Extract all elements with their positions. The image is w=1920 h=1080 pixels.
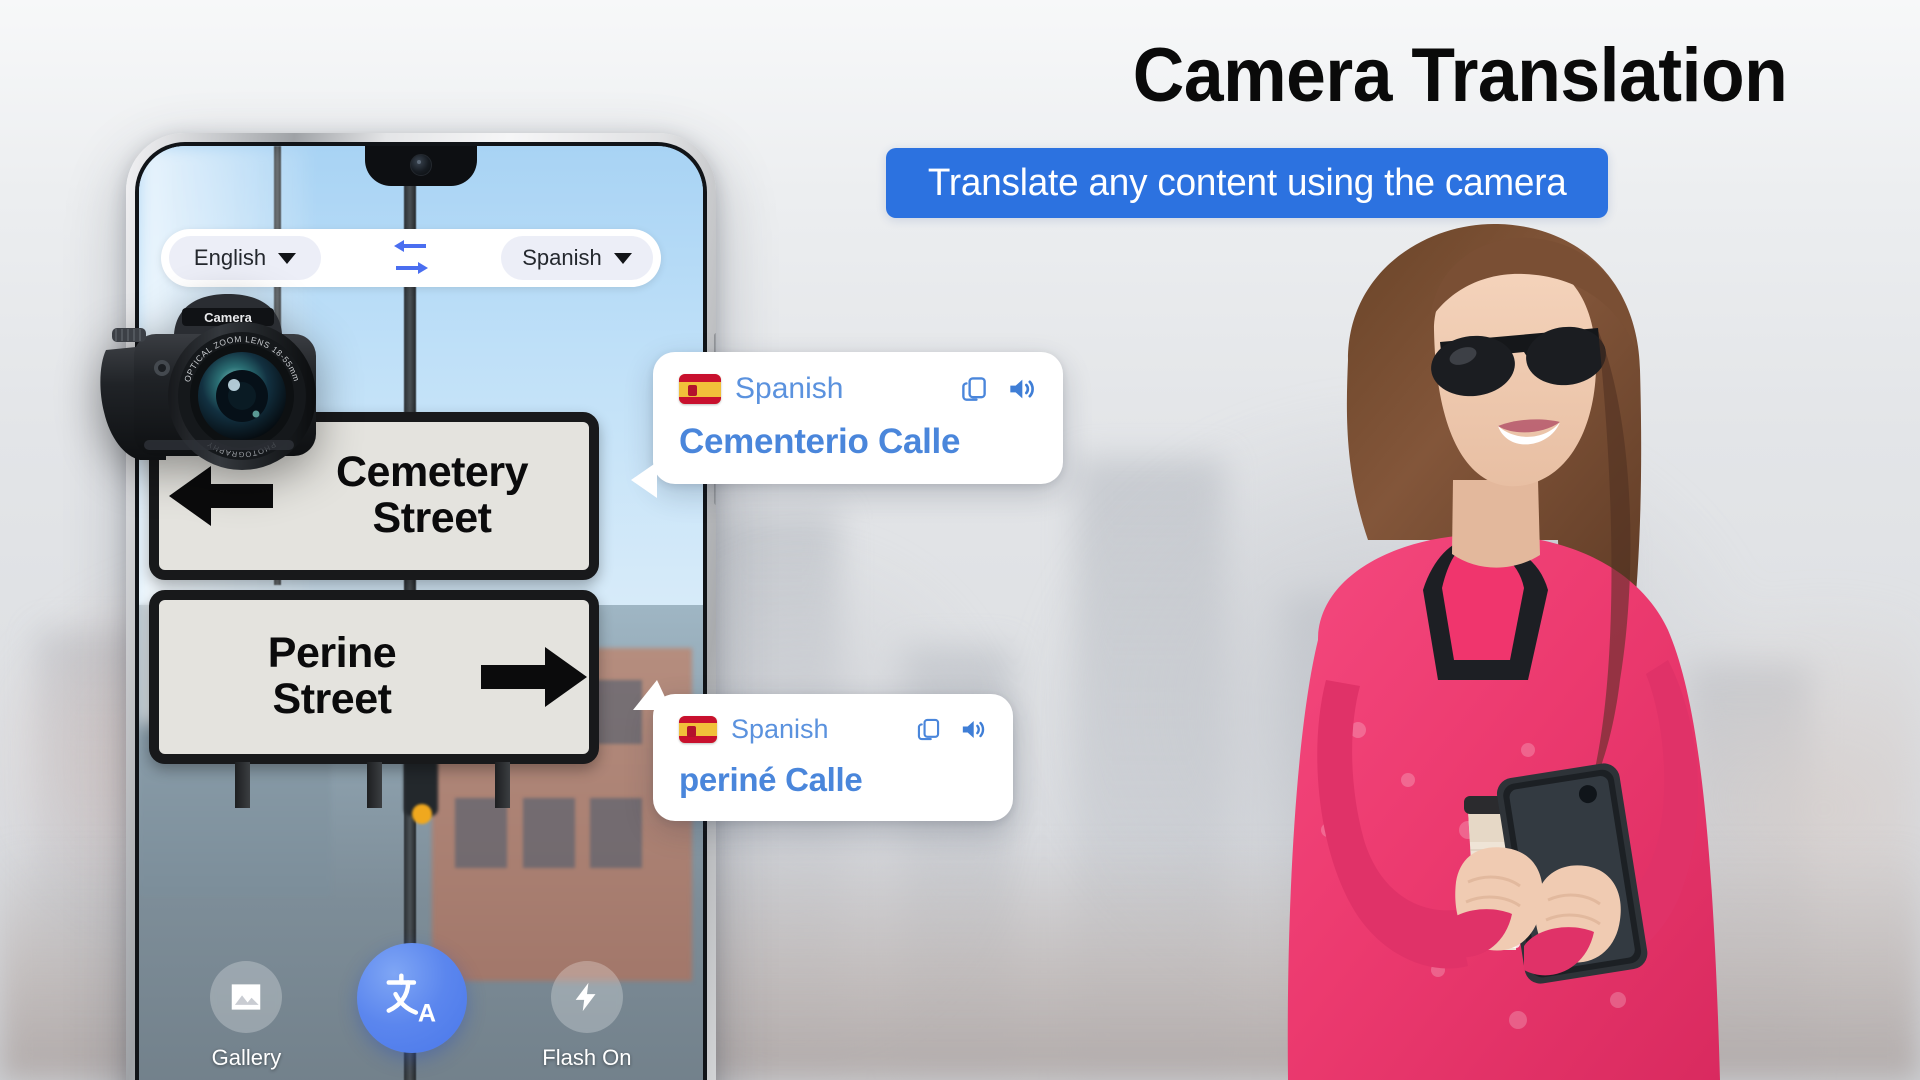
gallery-button-circle [210,961,283,1033]
phone-notch [365,146,477,186]
sign-post-left [235,762,250,808]
translate-fab-circle: A [357,943,468,1053]
viewfinder-traffic-light-amber [411,804,432,825]
target-language-label: Spanish [522,245,602,270]
copy-icon [917,718,940,741]
source-language-label: English [193,245,267,270]
speak-button[interactable] [1005,373,1037,405]
translate-fab[interactable]: A Translate [357,943,468,1080]
page-title: Camera Translation [1132,33,1788,118]
translation-card-tail [633,680,671,710]
flash-icon [575,982,596,1012]
dslr-camera-graphic: Camera OPTICAL ZOOM LENS 18-55mm PHOTOGR… [100,294,316,470]
speaker-icon [1010,379,1034,399]
translated-text: Cementerio Calle [679,422,961,461]
gallery-button[interactable]: Gallery [210,961,283,1071]
speak-button[interactable] [958,715,987,744]
svg-text:A: A [418,999,436,1027]
target-language-chip[interactable]: Spanish [501,236,653,280]
gallery-label: Gallery [211,1045,282,1070]
image-icon [232,984,261,1010]
chevron-down-icon [613,252,632,264]
subtitle-text: Translate any content using the camera [927,161,1567,204]
camera-controls: Gallery A Flash On [139,943,703,1080]
translation-card-perine: Spanish periné Calle [633,680,1013,821]
flash-button-circle [550,961,623,1033]
sign-perine-line1: Perine [267,629,397,678]
translation-card-cemetery: Spanish Cementerio Calle [631,352,1063,498]
spain-flag-icon [679,374,721,404]
swap-languages-button[interactable] [380,238,442,278]
chevron-down-icon [278,252,297,264]
translation-card-header: Spanish [679,372,1037,406]
sign-cemetery-line2: Street [372,494,492,542]
swap-arrows-icon [394,240,428,274]
copy-icon [962,377,986,401]
sign-post-right [495,762,510,808]
flash-label: Flash On [542,1045,632,1070]
spain-flag-icon [679,716,717,743]
translation-language-label: Spanish [731,714,829,744]
copy-button[interactable] [959,374,989,404]
translate-icon: A [386,973,436,1027]
translation-card-tail [631,462,657,498]
woman-with-phone-photo [1287,223,1720,1080]
promo-banner: Camera Translation Translate any content… [0,0,1920,1080]
translation-card-header: Spanish [679,714,987,745]
translation-language-label: Spanish [735,372,844,405]
flash-button[interactable]: Flash On [542,961,632,1071]
copy-button[interactable] [915,716,942,743]
translated-text: periné Calle [679,761,863,798]
translation-card-actions [959,373,1037,405]
street-sign-perine: Perine Street [149,590,599,764]
sign-perine-line2: Street [272,675,392,723]
front-camera-icon [410,154,432,176]
arrow-right-icon [481,647,587,707]
speaker-icon [962,721,985,738]
translation-card-actions [915,715,987,744]
sign-post-mid [367,762,382,808]
subtitle-banner: Translate any content using the camera [886,148,1608,218]
